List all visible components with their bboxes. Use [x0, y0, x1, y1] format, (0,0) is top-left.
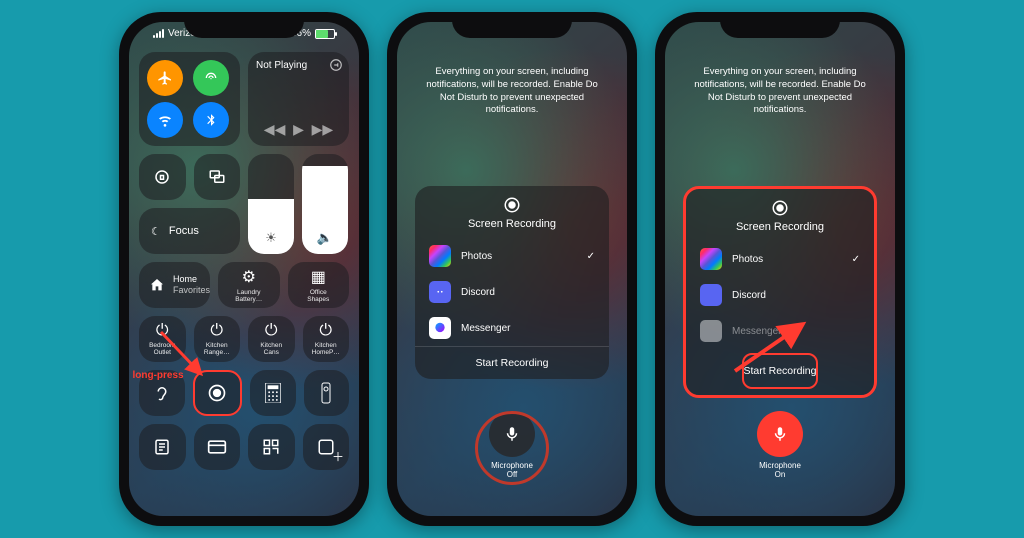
notes-button[interactable] — [139, 424, 186, 470]
speaker-icon: 🔈 — [302, 230, 348, 246]
messenger-app-icon — [429, 317, 451, 339]
now-playing-module[interactable]: Not Playing ◀◀ ▶ ▶▶ — [248, 52, 349, 146]
screen-mirroring-button[interactable] — [194, 154, 241, 200]
start-recording-button-highlighted[interactable]: Start Recording — [742, 353, 819, 389]
screen-recording-sheet-mic-on: Everything on your screen, including not… — [665, 22, 895, 516]
checkmark-icon: ✓ — [852, 254, 860, 265]
calculator-button[interactable] — [250, 370, 296, 416]
wifi-toggle[interactable] — [147, 102, 183, 138]
screen-recording-modal: Screen Recording Photos ✓ Discord Messen… — [415, 186, 609, 379]
battery-icon — [315, 29, 335, 39]
phone-frame-2: Everything on your screen, including not… — [387, 12, 637, 526]
orientation-lock-button[interactable] — [139, 154, 186, 200]
app-row-photos[interactable]: Photos ✓ — [415, 238, 609, 274]
app-row-messenger-cut[interactable]: Messenger — [686, 313, 874, 349]
start-recording-button[interactable]: Start Recording — [415, 346, 609, 379]
record-icon — [771, 199, 789, 217]
photos-app-icon — [429, 245, 451, 267]
recording-hint-text: Everything on your screen, including not… — [419, 66, 605, 117]
app-row-messenger[interactable]: Messenger — [415, 310, 609, 346]
app-row-discord[interactable]: Discord — [686, 277, 874, 313]
screen-record-button[interactable]: long-press — [193, 370, 243, 416]
notch — [720, 12, 840, 38]
moon-icon: ☾ — [151, 225, 161, 238]
discord-app-icon — [429, 281, 451, 303]
signal-icon — [153, 29, 164, 38]
home-tile[interactable]: HomeFavorites — [139, 262, 210, 308]
wallet-button[interactable] — [194, 424, 241, 470]
phone-frame-3: Everything on your screen, including not… — [655, 12, 905, 526]
airplane-toggle[interactable] — [147, 60, 183, 96]
qr-code-button[interactable] — [248, 424, 295, 470]
modal-title: Screen Recording — [468, 218, 556, 230]
app-row-photos[interactable]: Photos ✓ — [686, 241, 874, 277]
microphone-on-label: Microphone On — [759, 461, 801, 480]
sun-icon: ☀ — [248, 230, 294, 246]
add-control-button[interactable]: ＋ — [303, 424, 350, 470]
media-controls[interactable]: ◀◀ ▶ ▶▶ — [264, 121, 333, 138]
screen-recording-sheet: Everything on your screen, including not… — [397, 22, 627, 516]
cellular-toggle[interactable] — [193, 60, 229, 96]
notch — [184, 12, 304, 38]
screen-recording-modal-highlighted: Screen Recording Photos ✓ Discord Messen… — [683, 186, 877, 398]
home-icon — [149, 277, 165, 293]
now-playing-label: Not Playing — [256, 60, 307, 71]
annotation-circle-mic — [475, 411, 549, 485]
annotation-long-press: long-press — [133, 370, 184, 381]
home-accessory-1[interactable]: ▦OfficeShapes — [288, 262, 350, 308]
checkmark-icon: ✓ — [587, 251, 595, 262]
modal-title: Screen Recording — [736, 221, 824, 233]
recording-hint-text: Everything on your screen, including not… — [687, 66, 873, 117]
apple-tv-remote-button[interactable] — [304, 370, 350, 416]
focus-button[interactable]: ☾ Focus — [139, 208, 240, 254]
home-accessory-0[interactable]: ⚙LaundryBattery… — [218, 262, 280, 308]
record-icon — [503, 196, 521, 214]
brightness-slider[interactable]: ☀ — [248, 154, 294, 254]
home-accessory-2[interactable]: ⏻BedroomOutlet — [139, 316, 186, 362]
notch — [452, 12, 572, 38]
discord-app-icon — [700, 284, 722, 306]
home-accessory-4[interactable]: ⏻KitchenCans — [248, 316, 295, 362]
volume-slider[interactable]: 🔈 — [302, 154, 348, 254]
app-row-discord[interactable]: Discord — [415, 274, 609, 310]
microphone-toggle-on[interactable] — [757, 411, 803, 457]
messenger-app-icon — [700, 320, 722, 342]
home-accessory-3[interactable]: ⏻KitchenRange… — [194, 316, 241, 362]
connectivity-module[interactable] — [139, 52, 240, 146]
photos-app-icon — [700, 248, 722, 270]
control-center-screen: Verizon ➤ 66% Not Playing ◀◀ ▶ ▶ — [129, 22, 359, 516]
phone-frame-1: Verizon ➤ 66% Not Playing ◀◀ ▶ ▶ — [119, 12, 369, 526]
bluetooth-toggle[interactable] — [193, 102, 229, 138]
focus-label: Focus — [169, 225, 199, 237]
home-accessory-5[interactable]: ⏻KitchenHomeP… — [303, 316, 350, 362]
